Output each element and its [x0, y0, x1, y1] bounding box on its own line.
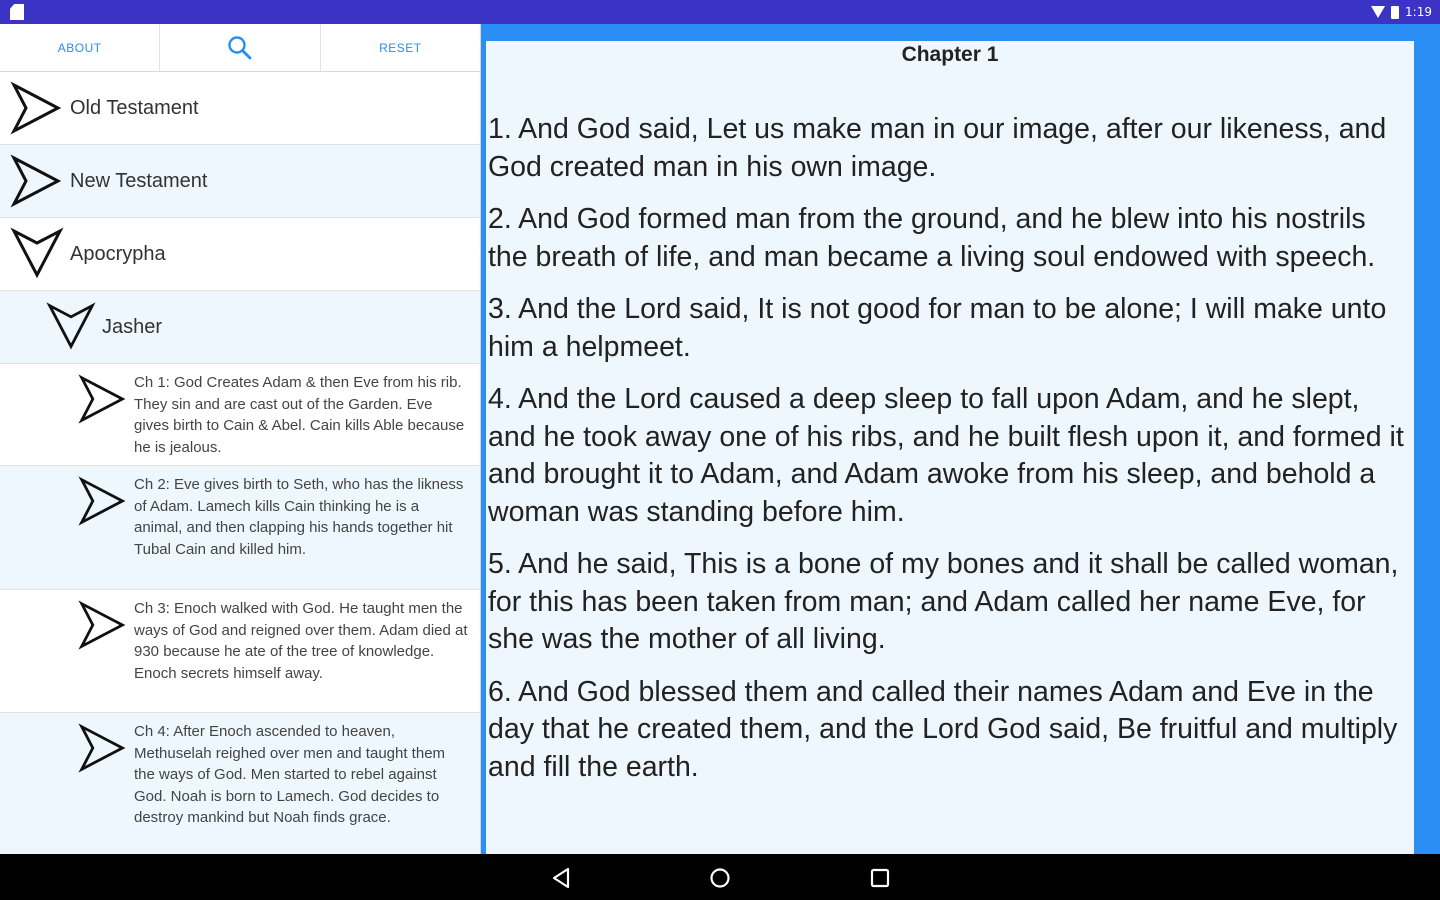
chapter-summary: Ch 3: Enoch walked with God. He taught m… [134, 600, 468, 682]
sim-icon [10, 4, 24, 20]
chevron-right-icon [78, 600, 126, 650]
tree-item-label: Jasher [102, 315, 163, 338]
reader-pane: Chapter 1 1. And God said, Let us make m… [481, 24, 1440, 854]
tree-item-label: New Testament [70, 169, 208, 192]
navigation-bar [0, 854, 1440, 900]
recents-icon[interactable] [868, 866, 892, 890]
verse-list: 1. And God said, Let us make man in our … [486, 111, 1414, 786]
tree-item-label: Apocrypha [70, 242, 166, 265]
chapter-summary: Ch 2: Eve gives birth to Seth, who has t… [134, 476, 464, 558]
verse: 3. And the Lord said, It is not good for… [488, 293, 1387, 363]
reset-button[interactable]: RESET [319, 24, 480, 71]
search-button[interactable] [159, 24, 319, 71]
chevron-right-icon [78, 723, 126, 773]
wifi-icon [1371, 6, 1386, 18]
book-tree-pane: ABOUT RESET Old Testament New Testament … [0, 24, 481, 854]
chapter-item-1[interactable]: Ch 1: God Creates Adam & then Eve from h… [0, 364, 480, 466]
home-icon[interactable] [708, 866, 732, 890]
search-icon [228, 35, 252, 59]
verse: 2. And God formed man from the ground, a… [488, 203, 1376, 273]
toolbar: ABOUT RESET [0, 24, 480, 72]
about-label: ABOUT [57, 40, 102, 55]
verse: 4. And the Lord caused a deep sleep to f… [488, 383, 1404, 528]
chapter-item-2[interactable]: Ch 2: Eve gives birth to Seth, who has t… [0, 466, 480, 590]
status-time: 1:19 [1405, 5, 1432, 19]
chevron-right-icon [78, 374, 126, 424]
verse: 6. And God blessed them and called their… [488, 675, 1398, 783]
chapter-title: Chapter 1 [901, 43, 999, 66]
verse: 1. And God said, Let us make man in our … [488, 113, 1387, 183]
tree-item-apocrypha[interactable]: Apocrypha [0, 218, 480, 291]
tree-item-new-testament[interactable]: New Testament [0, 145, 480, 218]
tree-item-jasher[interactable]: Jasher [0, 291, 480, 364]
battery-icon [1391, 5, 1400, 19]
chevron-right-icon [10, 154, 62, 208]
chevron-right-icon [78, 476, 126, 526]
tree-item-old-testament[interactable]: Old Testament [0, 72, 480, 145]
chevron-right-icon [10, 81, 62, 135]
chapter-summary: Ch 1: God Creates Adam & then Eve from h… [134, 374, 465, 456]
chapter-summary: Ch 4: After Enoch ascended to heaven, Me… [134, 723, 446, 826]
chevron-down-icon [10, 227, 64, 279]
chapter-item-3[interactable]: Ch 3: Enoch walked with God. He taught m… [0, 590, 480, 713]
chapter-item-4[interactable]: Ch 4: After Enoch ascended to heaven, Me… [0, 713, 480, 854]
reset-label: RESET [379, 40, 422, 55]
verse: 5. And he said, This is a bone of my bon… [488, 548, 1399, 655]
status-right: 1:19 [1371, 3, 1432, 21]
tree-item-label: Old Testament [70, 96, 199, 119]
about-button[interactable]: ABOUT [0, 24, 159, 71]
back-icon[interactable] [549, 866, 573, 890]
chapter-reader[interactable]: Chapter 1 1. And God said, Let us make m… [486, 41, 1414, 854]
status-bar: 1:19 [0, 0, 1440, 24]
chevron-down-icon [46, 302, 96, 350]
